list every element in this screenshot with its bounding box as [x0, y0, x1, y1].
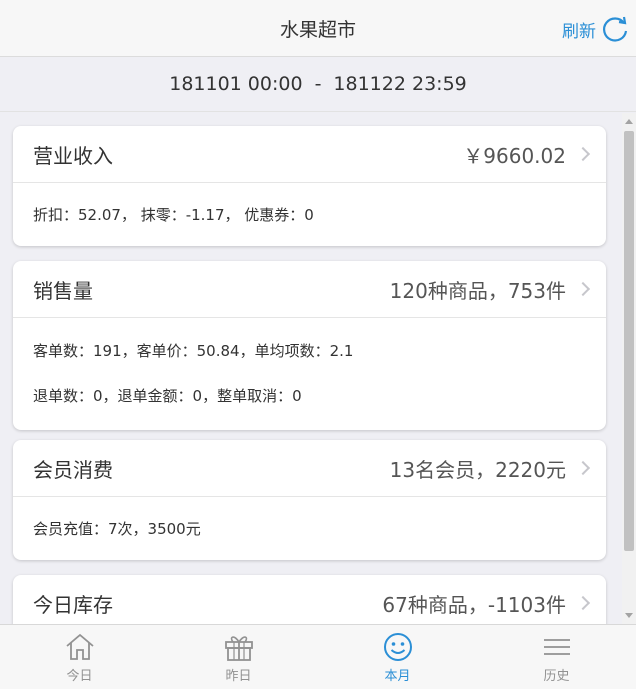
refresh-button[interactable]: 刷新: [562, 13, 630, 45]
card-body: 客单数：191，客单价：50.84，单均项数：2.1 退单数：0，退单金额：0，…: [13, 318, 606, 430]
card-value-wrap: ￥9660.02: [463, 140, 591, 169]
scrollbar-thumb[interactable]: [624, 131, 634, 551]
date-start: 181101 00:00: [169, 73, 303, 95]
card-header-revenue[interactable]: 营业收入 ￥9660.02: [13, 126, 606, 183]
card-value-wrap: 67种商品，-1103件: [382, 589, 591, 618]
card-title: 会员消费: [33, 457, 113, 482]
summary-list: 营业收入 ￥9660.02 折扣：52.07， 抹零：-1.17， 优惠券：0 …: [0, 113, 622, 624]
card-value: ￥9660.02: [463, 143, 566, 168]
tab-label: 今日: [66, 669, 93, 684]
card-header-sales[interactable]: 销售量 120种商品，753件: [13, 261, 606, 318]
refresh-label: 刷新: [562, 21, 596, 42]
card-value-wrap: 13名会员，2220元: [389, 454, 591, 483]
chevron-right-icon: [575, 595, 591, 611]
chevron-right-icon: [575, 460, 591, 476]
scroll-up-arrow-icon[interactable]: [625, 119, 633, 124]
tab-label: 历史: [543, 669, 570, 684]
date-range[interactable]: 181101 00:00 - 181122 23:59: [0, 57, 636, 112]
chevron-right-icon: [575, 281, 591, 297]
card-header-members[interactable]: 会员消费 13名会员，2220元: [13, 440, 606, 497]
gift-icon: [224, 636, 253, 661]
card-inventory: 今日库存 67种商品，-1103件: [13, 575, 606, 624]
tab-this-month[interactable]: 本月: [318, 625, 477, 689]
card-detail-line: 退单数：0，退单金额：0，整单取消：0: [33, 387, 302, 405]
card-body: 折扣：52.07， 抹零：-1.17， 优惠券：0: [13, 183, 606, 246]
tab-bar: 今日 昨日 本月 历史: [0, 624, 636, 689]
card-value: 13名会员，2220元: [389, 457, 566, 482]
tab-yesterday[interactable]: 昨日: [159, 625, 318, 689]
card-value-wrap: 120种商品，753件: [389, 275, 591, 304]
header-bar: 水果超市 刷新: [0, 0, 636, 57]
date-separator: -: [314, 73, 322, 95]
scrollbar[interactable]: [622, 113, 636, 624]
card-detail-line: 客单数：191，客单价：50.84，单均项数：2.1: [33, 342, 354, 360]
date-end: 181122 23:59: [333, 73, 467, 95]
card-detail-line: 折扣：52.07， 抹零：-1.17， 优惠券：0: [33, 206, 314, 224]
card-members: 会员消费 13名会员，2220元 会员充值：7次，3500元: [13, 440, 606, 560]
page-title: 水果超市: [279, 18, 356, 41]
tab-history[interactable]: 历史: [477, 625, 636, 689]
tab-label: 昨日: [225, 669, 252, 684]
card-value: 67种商品，-1103件: [382, 592, 566, 617]
card-value: 120种商品，753件: [389, 278, 566, 303]
smiley-icon: [383, 633, 412, 661]
card-title: 今日库存: [33, 592, 113, 617]
menu-icon: [543, 639, 570, 655]
chevron-right-icon: [575, 146, 591, 162]
tab-today[interactable]: 今日: [0, 625, 159, 689]
card-detail-line: 会员充值：7次，3500元: [33, 520, 201, 538]
card-title: 营业收入: [33, 143, 113, 168]
card-body: 会员充值：7次，3500元: [13, 497, 606, 560]
home-icon: [65, 633, 94, 660]
scroll-down-arrow-icon[interactable]: [625, 613, 633, 618]
tab-label: 本月: [384, 669, 411, 684]
card-revenue: 营业收入 ￥9660.02 折扣：52.07， 抹零：-1.17， 优惠券：0: [13, 126, 606, 246]
card-sales: 销售量 120种商品，753件 客单数：191，客单价：50.84，单均项数：2…: [13, 261, 606, 430]
refresh-icon: [603, 16, 628, 42]
card-title: 销售量: [33, 278, 93, 303]
card-header-inventory[interactable]: 今日库存 67种商品，-1103件: [13, 575, 606, 624]
